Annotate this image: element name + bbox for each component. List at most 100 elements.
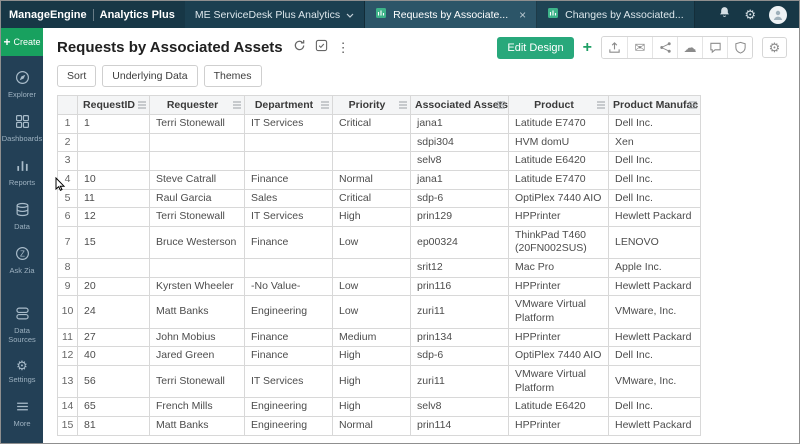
table-cell[interactable]: Dell Inc. <box>608 397 701 417</box>
tab-changes-by-associated-assets[interactable]: Changes by Associated... <box>537 1 695 28</box>
export-icon[interactable] <box>602 37 627 58</box>
bell-icon[interactable] <box>718 5 731 24</box>
table-cell[interactable]: Matt Banks <box>149 295 245 329</box>
table-cell[interactable]: Latitude E7470 <box>508 114 609 134</box>
share-icon[interactable] <box>652 37 677 58</box>
table-cell[interactable]: Normal <box>332 415 411 436</box>
table-row[interactable]: 1 1 Terri Stonewall IT Services Critical jana… <box>57 114 701 134</box>
sidebar-item-reports[interactable]: Reports <box>1 150 43 194</box>
table-cell[interactable]: sdp-6 <box>410 346 509 366</box>
table-cell[interactable]: IT Services <box>244 114 333 134</box>
column-menu-icon[interactable] <box>399 101 407 109</box>
table-cell[interactable]: Low <box>332 276 411 297</box>
table-cell[interactable]: High <box>332 397 411 417</box>
table-cell[interactable]: sdpi304 <box>410 132 509 153</box>
column-menu-icon[interactable] <box>321 101 329 109</box>
column-header-requestid[interactable]: RequestID <box>77 95 150 115</box>
kebab-menu-icon[interactable]: ⋮ <box>337 40 350 56</box>
column-header-product-manufacturer[interactable]: Product Manufac <box>608 95 701 115</box>
table-cell[interactable]: Low <box>332 295 411 329</box>
table-cell[interactable]: Critical <box>332 188 411 209</box>
table-cell[interactable]: LENOVO <box>608 225 701 260</box>
table-cell[interactable]: Hewlett Packard <box>608 276 701 297</box>
user-avatar[interactable] <box>769 5 787 24</box>
table-cell[interactable]: HPPrinter <box>508 207 609 227</box>
table-cell[interactable] <box>332 151 411 171</box>
underlying-data-button[interactable]: Underlying Data <box>102 65 198 87</box>
table-cell[interactable]: 81 <box>77 415 150 436</box>
table-cell[interactable]: Finance <box>244 169 333 190</box>
table-cell[interactable] <box>149 132 245 153</box>
table-cell[interactable]: IT Services <box>244 364 333 399</box>
table-cell[interactable]: 27 <box>77 327 150 348</box>
table-cell[interactable] <box>332 258 411 278</box>
table-cell[interactable]: Medium <box>332 327 411 348</box>
table-cell[interactable]: VMware Virtual Platform <box>508 364 609 399</box>
table-cell[interactable]: 10 <box>77 169 150 190</box>
table-cell[interactable]: Finance <box>244 346 333 366</box>
table-row[interactable]: 13 56 Terri Stonewall IT Services High zuri11… <box>57 364 701 399</box>
column-menu-icon[interactable] <box>597 101 605 109</box>
table-cell[interactable]: Finance <box>244 225 333 260</box>
comment-icon[interactable] <box>702 37 727 58</box>
close-icon[interactable]: × <box>519 9 526 21</box>
tab-requests-by-associated-assets[interactable]: Requests by Associate... × <box>365 1 538 28</box>
table-cell[interactable]: Dell Inc. <box>608 151 701 171</box>
email-icon[interactable]: ✉ <box>627 37 652 58</box>
table-cell[interactable] <box>149 151 245 171</box>
table-cell[interactable]: selv8 <box>410 397 509 417</box>
cloud-icon[interactable]: ☁ <box>677 37 702 58</box>
column-header-department[interactable]: Department <box>244 95 333 115</box>
table-cell[interactable]: 1 <box>77 114 150 134</box>
table-cell[interactable]: Engineering <box>244 397 333 417</box>
table-cell[interactable]: IT Services <box>244 207 333 227</box>
table-cell[interactable]: ThinkPad T460 (20FN002SUS) <box>508 225 609 260</box>
column-header-priority[interactable]: Priority <box>332 95 411 115</box>
table-cell[interactable]: Raul Garcia <box>149 188 245 209</box>
table-cell[interactable]: Critical <box>332 114 411 134</box>
table-cell[interactable]: Latitude E6420 <box>508 397 609 417</box>
table-cell[interactable]: prin129 <box>410 207 509 227</box>
table-cell[interactable]: Xen <box>608 132 701 153</box>
table-cell[interactable]: jana1 <box>410 114 509 134</box>
column-menu-icon[interactable] <box>497 101 505 109</box>
shield-icon[interactable] <box>727 37 752 58</box>
column-header-requester[interactable]: Requester <box>149 95 245 115</box>
table-cell[interactable]: Engineering <box>244 415 333 436</box>
table-cell[interactable]: Sales <box>244 188 333 209</box>
table-cell[interactable] <box>244 151 333 171</box>
add-icon[interactable]: + <box>583 39 592 56</box>
sidebar-item-ask-zia[interactable]: Z Ask Zia <box>1 238 43 282</box>
sidebar-item-data[interactable]: Data <box>1 194 43 238</box>
column-header-product[interactable]: Product <box>508 95 609 115</box>
sidebar-item-explorer[interactable]: Explorer <box>1 62 43 106</box>
table-cell[interactable]: HPPrinter <box>508 415 609 436</box>
create-button[interactable]: + Create <box>1 28 43 56</box>
sidebar-item-more[interactable]: More <box>1 391 43 435</box>
table-cell[interactable]: HPPrinter <box>508 276 609 297</box>
table-cell[interactable]: 65 <box>77 397 150 417</box>
table-row[interactable]: 4 10 Steve Catrall Finance Normal jana1 Latitu… <box>57 169 701 190</box>
table-cell[interactable] <box>149 258 245 278</box>
table-row[interactable]: 11 27 John Mobius Finance Medium prin134 HPPri… <box>57 327 701 348</box>
table-row[interactable]: 7 15 Bruce Westerson Finance Low ep00324 Think… <box>57 225 701 260</box>
settings-gear-icon[interactable]: ⚙ <box>744 8 756 21</box>
table-cell[interactable]: Matt Banks <box>149 415 245 436</box>
table-cell[interactable]: zuri11 <box>410 295 509 329</box>
table-cell[interactable]: Engineering <box>244 295 333 329</box>
table-cell[interactable] <box>332 132 411 153</box>
table-row[interactable]: 5 11 Raul Garcia Sales Critical sdp-6 OptiPlex… <box>57 188 701 209</box>
table-cell[interactable]: Dell Inc. <box>608 188 701 209</box>
column-menu-icon[interactable] <box>138 101 146 109</box>
table-cell[interactable]: HPPrinter <box>508 327 609 348</box>
table-cell[interactable]: Steve Catrall <box>149 169 245 190</box>
sort-button[interactable]: Sort <box>57 65 97 87</box>
table-cell[interactable]: Kyrsten Wheeler <box>149 276 245 297</box>
table-cell[interactable]: Jared Green <box>149 346 245 366</box>
table-cell[interactable]: Latitude E6420 <box>508 151 609 171</box>
table-cell[interactable]: 20 <box>77 276 150 297</box>
table-cell[interactable]: 11 <box>77 188 150 209</box>
table-cell[interactable]: 24 <box>77 295 150 329</box>
table-cell[interactable]: Apple Inc. <box>608 258 701 278</box>
table-cell[interactable]: sdp-6 <box>410 188 509 209</box>
